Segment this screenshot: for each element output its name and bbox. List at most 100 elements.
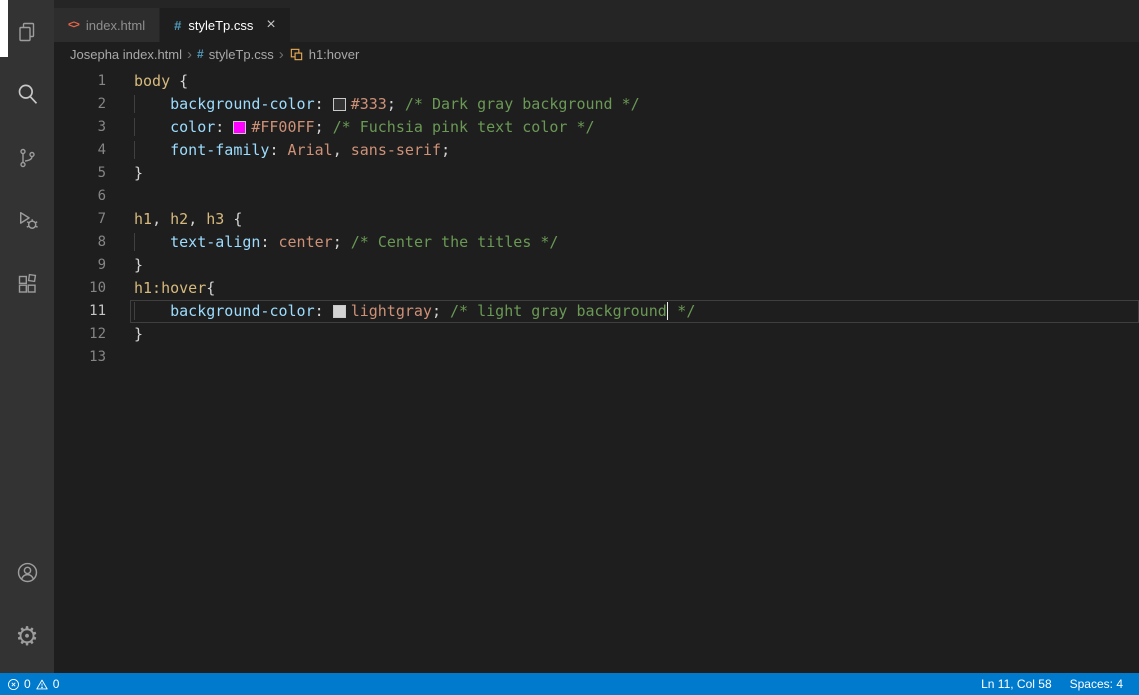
code-token: } [134,325,144,343]
cursor-position-indicator[interactable]: Ln 11, Col 58 [981,677,1052,691]
css-symbol-icon: # [197,47,204,61]
code-line-13[interactable]: 13 [54,346,1139,369]
code-token: /* Dark gray background */ [404,95,640,113]
code-token: center [278,233,333,251]
code-token: } [134,164,144,182]
status-bar-left: 0 0 [7,677,59,691]
code-token: { [206,279,216,297]
code-token: /* Center the titles */ [350,233,559,251]
line-number: 6 [97,188,106,204]
color-swatch[interactable] [332,98,346,111]
code-token: background-color [170,95,315,113]
code-token: h2 [170,210,189,228]
code-token: */ [668,302,696,320]
line-number: 10 [89,280,106,296]
color-swatch[interactable] [332,305,346,318]
tab-label: index.html [85,17,146,33]
code-token: { [224,210,243,228]
code-line-7[interactable]: 7 h1, h2, h3 { [54,208,1139,231]
account-icon[interactable] [0,541,54,604]
code-token: body [134,72,171,90]
line-number: 3 [97,119,106,135]
window-edge-artifact [0,0,8,57]
line-content: font-family: Arial, sans-serif; [130,139,1139,162]
code-line-9[interactable]: 9} [54,254,1139,277]
breadcrumb-item-file[interactable]: # styleTp.css [197,47,274,62]
code-line-8[interactable]: 8 text-align: center; /* Center the titl… [54,231,1139,254]
color-swatch[interactable] [233,121,247,134]
line-number: 5 [97,165,106,181]
code-token: ; [441,141,451,159]
code-line-1[interactable]: 1 body { [54,70,1139,93]
code-line-11[interactable]: 11 background-color: lightgray; /* light… [54,300,1139,323]
line-number: 1 [97,73,106,89]
code-line-3[interactable]: 3 color: #FF00FF; /* Fuchsia pink text c… [54,116,1139,139]
tab-styletp-css[interactable]: # styleTp.css × [160,8,291,42]
code-line-2[interactable]: 2 background-color: #333; /* Dark gray b… [54,93,1139,116]
source-control-icon[interactable] [0,126,54,189]
code-token: text-align [170,233,261,251]
tab-index-html[interactable]: <> index.html [54,8,161,42]
tab-label: styleTp.css [188,17,254,33]
code-token: : [314,95,333,113]
code-line-10[interactable]: 10 h1:hover{ [54,277,1139,300]
code-token: /* Fuchsia pink text color */ [332,118,595,136]
line-content: } [130,323,1139,346]
code-editor[interactable]: 1 body {2 background-color: #333; /* Dark… [54,66,1139,673]
error-icon [7,678,20,691]
line-number: 2 [97,96,106,112]
indentation-indicator[interactable]: Spaces: 4 [1070,677,1123,691]
code-token: , [332,141,351,159]
search-icon[interactable] [0,63,54,126]
code-token: /* light gray background [450,302,667,320]
code-line-5[interactable]: 5} [54,162,1139,185]
code-token: : [314,302,333,320]
error-count: 0 [24,677,31,691]
line-number: 9 [97,257,106,273]
breadcrumb-label: styleTp.css [208,46,274,62]
line-number: 12 [89,326,106,342]
code-token: color [170,118,216,136]
line-content: color: #FF00FF; /* Fuchsia pink text col… [130,116,1139,139]
line-content: background-color: #333; /* Dark gray bac… [130,93,1139,116]
breadcrumb-item-folder[interactable]: Josepha index.html [70,47,182,62]
line-number: 7 [97,211,106,227]
breadcrumb-label: Josepha index.html [70,46,183,62]
line-content: background-color: lightgray; /* light gr… [130,300,1139,323]
chevron-right-icon: › [187,45,193,63]
code-token: #333 [350,95,387,113]
code-token: lightgray [350,302,432,320]
breadcrumb: Josepha index.html › # styleTp.css › h1:… [54,42,1139,66]
extensions-icon[interactable] [0,252,54,315]
code-token: , [152,210,171,228]
breadcrumb-item-symbol[interactable]: h1:hover [289,47,359,62]
code-line-4[interactable]: 4 font-family: Arial, sans-serif; [54,139,1139,162]
code-token: sans-serif [350,141,442,159]
line-content: text-align: center; /* Center the titles… [130,231,1139,254]
line-content: h1:hover{ [130,277,1139,300]
vscode-window: ⚙ <> index.html # styleTp.css × Josepha … [0,0,1139,695]
problems-indicator[interactable]: 0 0 [7,677,59,691]
line-content: h1, h2, h3 { [130,208,1139,231]
code-token: ; [314,118,333,136]
settings-gear-icon[interactable]: ⚙ [0,604,54,667]
close-tab-icon[interactable]: × [266,17,275,33]
code-line-12[interactable]: 12} [54,323,1139,346]
line-content [130,185,1139,208]
run-debug-icon[interactable] [0,189,54,252]
code-token: ; [431,302,451,320]
code-token: font-family [170,141,270,159]
code-token: Arial [287,141,333,159]
html-file-icon: <> [68,19,80,31]
explorer-icon[interactable] [0,0,54,63]
code-token: ; [332,233,351,251]
activity-bar-top-group [0,0,54,315]
code-token: h1:hover [134,279,207,297]
line-number: 8 [97,234,106,250]
activity-bar-bottom-group: ⚙ [0,541,54,667]
code-line-6[interactable]: 6 [54,185,1139,208]
code-token: h1 [134,210,153,228]
